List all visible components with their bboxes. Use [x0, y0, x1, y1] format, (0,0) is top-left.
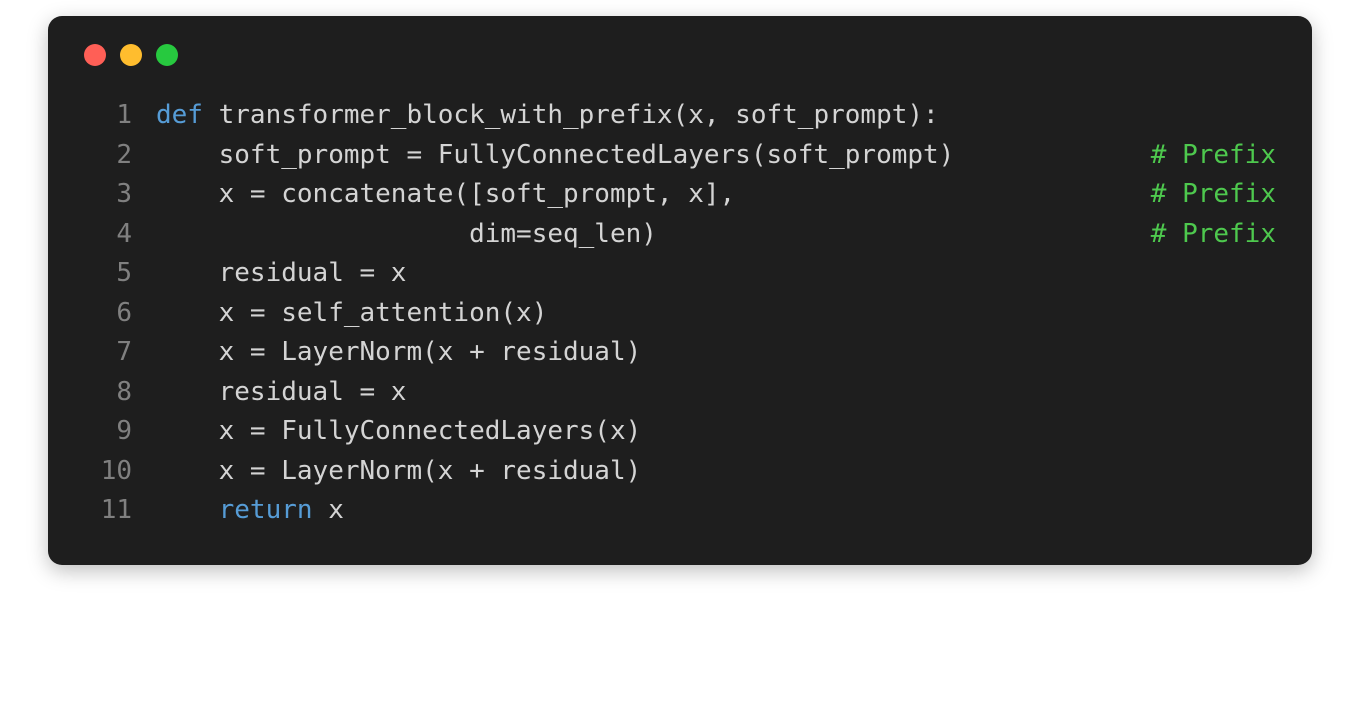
code-line: 3 x = concatenate([soft_prompt, x], # Pre…: [84, 175, 1276, 215]
code-line: 7 x = LayerNorm(x + residual): [84, 333, 1276, 373]
code-line: 5 residual = x: [84, 254, 1276, 294]
code-line: 6 x = self_attention(x): [84, 294, 1276, 334]
code-comment: # Prefix: [1127, 175, 1276, 215]
code-line: 8 residual = x: [84, 373, 1276, 413]
code-text: def transformer_block_with_prefix(x, sof…: [156, 96, 939, 136]
code-text: dim=seq_len): [156, 215, 657, 255]
code-text: residual = x: [156, 373, 406, 413]
line-content: residual = x: [156, 373, 1276, 413]
line-number: 5: [84, 254, 156, 294]
code-line: 1def transformer_block_with_prefix(x, so…: [84, 96, 1276, 136]
line-content: x = self_attention(x): [156, 294, 1276, 334]
line-number: 4: [84, 215, 156, 255]
line-content: x = concatenate([soft_prompt, x], # Prefi…: [156, 175, 1276, 215]
code-text: x = LayerNorm(x + residual): [156, 333, 641, 373]
code-text: x = FullyConnectedLayers(x): [156, 412, 641, 452]
code-line: 10 x = LayerNorm(x + residual): [84, 452, 1276, 492]
minimize-icon[interactable]: [120, 44, 142, 66]
line-number: 10: [84, 452, 156, 492]
zoom-icon[interactable]: [156, 44, 178, 66]
code-window: 1def transformer_block_with_prefix(x, so…: [48, 16, 1312, 565]
line-content: def transformer_block_with_prefix(x, sof…: [156, 96, 1276, 136]
code-text: residual = x: [156, 254, 406, 294]
line-content: residual = x: [156, 254, 1276, 294]
code-line: 2 soft_prompt = FullyConnectedLayers(sof…: [84, 136, 1276, 176]
code-text: return x: [156, 491, 344, 531]
line-number: 2: [84, 136, 156, 176]
code-comment: # Prefix: [1127, 136, 1276, 176]
line-number: 7: [84, 333, 156, 373]
code-text: soft_prompt = FullyConnectedLayers(soft_…: [156, 136, 954, 176]
code-text: x = LayerNorm(x + residual): [156, 452, 641, 492]
line-number: 1: [84, 96, 156, 136]
code-block: 1def transformer_block_with_prefix(x, so…: [84, 96, 1276, 531]
code-text: x = self_attention(x): [156, 294, 547, 334]
line-content: x = FullyConnectedLayers(x): [156, 412, 1276, 452]
line-content: x = LayerNorm(x + residual): [156, 333, 1276, 373]
window-titlebar: [84, 44, 1276, 66]
line-content: dim=seq_len) # Prefix: [156, 215, 1276, 255]
code-line: 4 dim=seq_len) # Prefix: [84, 215, 1276, 255]
line-content: soft_prompt = FullyConnectedLayers(soft_…: [156, 136, 1276, 176]
code-text: x = concatenate([soft_prompt, x],: [156, 175, 735, 215]
line-number: 8: [84, 373, 156, 413]
code-comment: # Prefix: [1127, 215, 1276, 255]
code-line: 9 x = FullyConnectedLayers(x): [84, 412, 1276, 452]
code-line: 11 return x: [84, 491, 1276, 531]
line-number: 9: [84, 412, 156, 452]
line-number: 11: [84, 491, 156, 531]
line-content: return x: [156, 491, 1276, 531]
line-content: x = LayerNorm(x + residual): [156, 452, 1276, 492]
line-number: 6: [84, 294, 156, 334]
line-number: 3: [84, 175, 156, 215]
close-icon[interactable]: [84, 44, 106, 66]
